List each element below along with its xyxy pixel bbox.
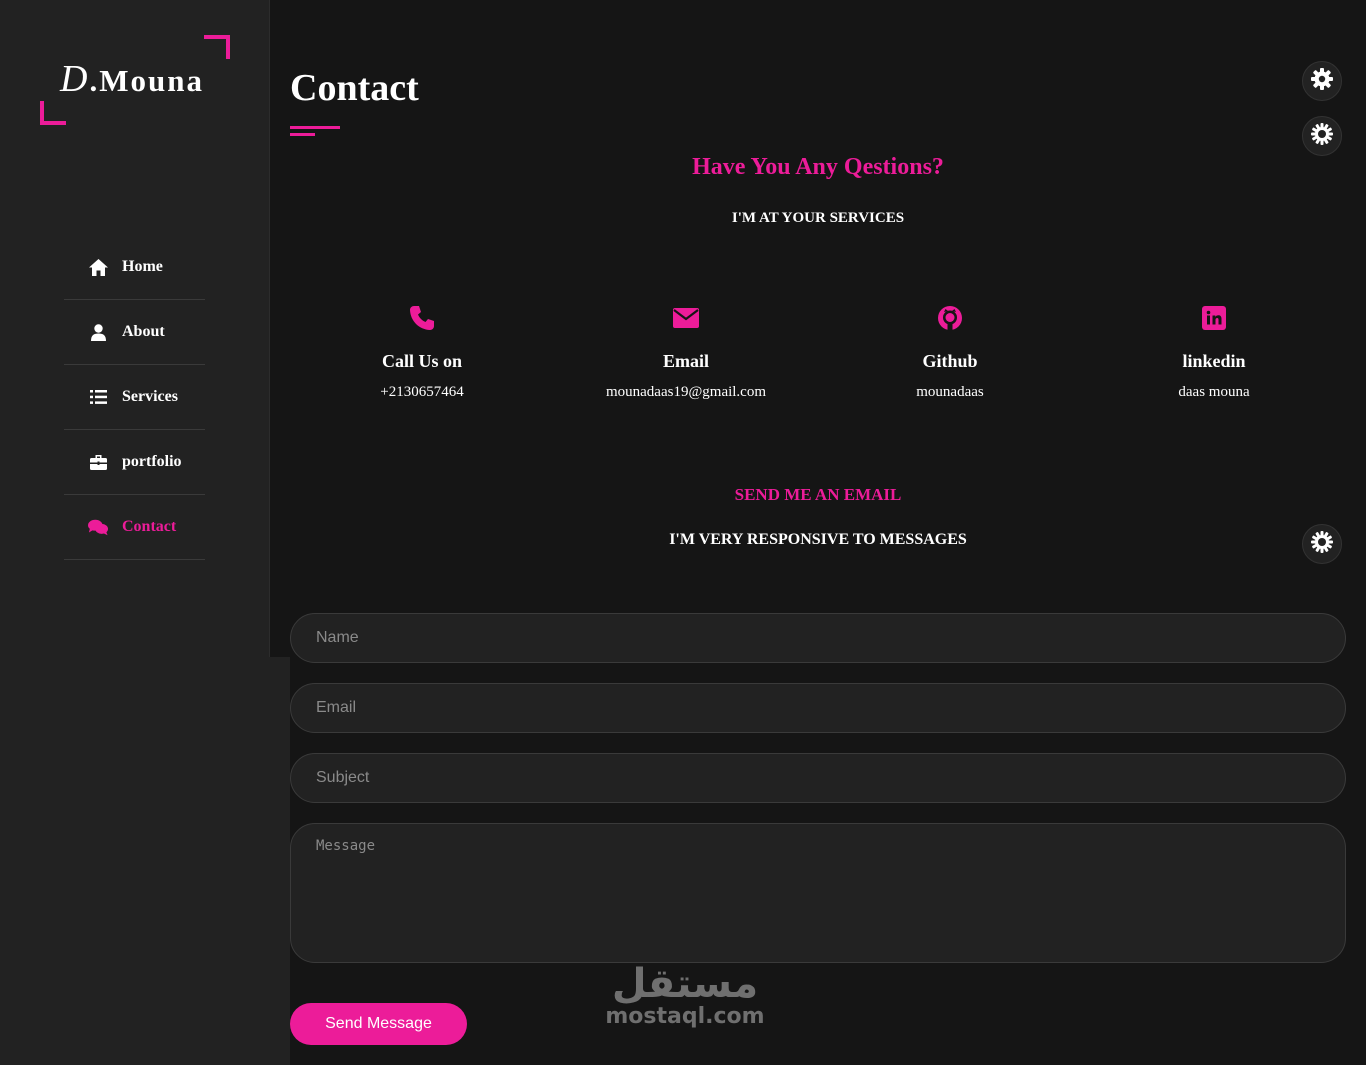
send-email-heading: SEND ME AN EMAIL — [734, 485, 902, 504]
services-subheading: I'M AT YOUR SERVICES — [731, 210, 905, 226]
logo-corner-bottom-left — [40, 101, 66, 125]
page-title: Contact — [290, 67, 419, 109]
sidebar-item-label: About — [122, 323, 165, 340]
sidebar-item-label: Home — [122, 258, 163, 275]
sidebar-item-label: Contact — [122, 518, 177, 535]
contact-linkedin: linkedin daas mouna — [1082, 303, 1346, 401]
contact-github: Github mounadaas — [818, 303, 1082, 401]
settings-button[interactable] — [1302, 61, 1342, 101]
logo-text: D.Mouna — [60, 57, 204, 101]
watermark: مستقل mostaql.com — [600, 962, 770, 1028]
contact-title: Email — [662, 351, 709, 371]
logo-initial: D — [60, 58, 90, 100]
github-icon — [818, 303, 1082, 333]
responsive-subheading: I'M VERY RESPONSIVE TO MESSAGES — [669, 531, 967, 548]
contact-title: linkedin — [1182, 351, 1246, 371]
subject-input[interactable] — [290, 753, 1346, 803]
contact-value[interactable]: mounadaas — [818, 384, 1082, 401]
title-underline-short — [290, 133, 315, 136]
logo[interactable]: D.Mouna — [40, 35, 230, 125]
sidebar-item-label: Services — [122, 388, 178, 405]
home-icon — [88, 257, 108, 277]
sidebar-item-label: portfolio — [122, 453, 182, 470]
logo-name: .Mouna — [89, 63, 204, 98]
contact-title: Github — [922, 351, 978, 371]
contact-value[interactable]: daas mouna — [1082, 384, 1346, 401]
sidebar-lower — [0, 657, 290, 1065]
contact-email: Email mounadaas19@gmail.com — [554, 303, 818, 401]
logo-corner-top-right — [204, 35, 230, 59]
email-input[interactable] — [290, 683, 1346, 733]
sidebar-item-home[interactable]: Home — [64, 235, 205, 300]
linkedin-icon — [1082, 303, 1346, 333]
comments-icon — [88, 517, 108, 537]
theme-toggle-button[interactable] — [1302, 116, 1342, 156]
contact-info: Call Us on +2130657464 Email mounadaas19… — [290, 303, 1346, 401]
briefcase-icon — [88, 452, 108, 472]
gear-icon — [1311, 67, 1333, 95]
sidebar-item-services[interactable]: Services — [64, 365, 205, 430]
phone-icon — [290, 303, 554, 333]
sidebar: D.Mouna Home About Services portfolio Co… — [0, 0, 270, 657]
user-icon — [88, 322, 108, 342]
watermark-latin: mostaql.com — [605, 1004, 765, 1029]
sidebar-nav: Home About Services portfolio Contact — [64, 235, 205, 560]
questions-heading: Have You Any Qestions? — [692, 154, 944, 180]
sidebar-item-about[interactable]: About — [64, 300, 205, 365]
list-icon — [88, 387, 108, 407]
contact-value: +2130657464 — [380, 384, 464, 400]
title-underline — [290, 126, 340, 129]
contact-phone: Call Us on +2130657464 — [290, 303, 554, 401]
sun-gear-icon — [1311, 122, 1333, 150]
sidebar-item-contact[interactable]: Contact — [64, 495, 205, 560]
watermark-arabic: مستقل — [611, 961, 759, 1007]
envelope-icon — [554, 303, 818, 333]
message-textarea[interactable] — [290, 823, 1346, 963]
contact-value[interactable]: mounadaas19@gmail.com — [554, 384, 818, 401]
send-message-button[interactable]: Send Message — [290, 1003, 467, 1045]
contact-title: Call Us on — [381, 351, 462, 371]
sidebar-item-portfolio[interactable]: portfolio — [64, 430, 205, 495]
name-input[interactable] — [290, 613, 1346, 663]
